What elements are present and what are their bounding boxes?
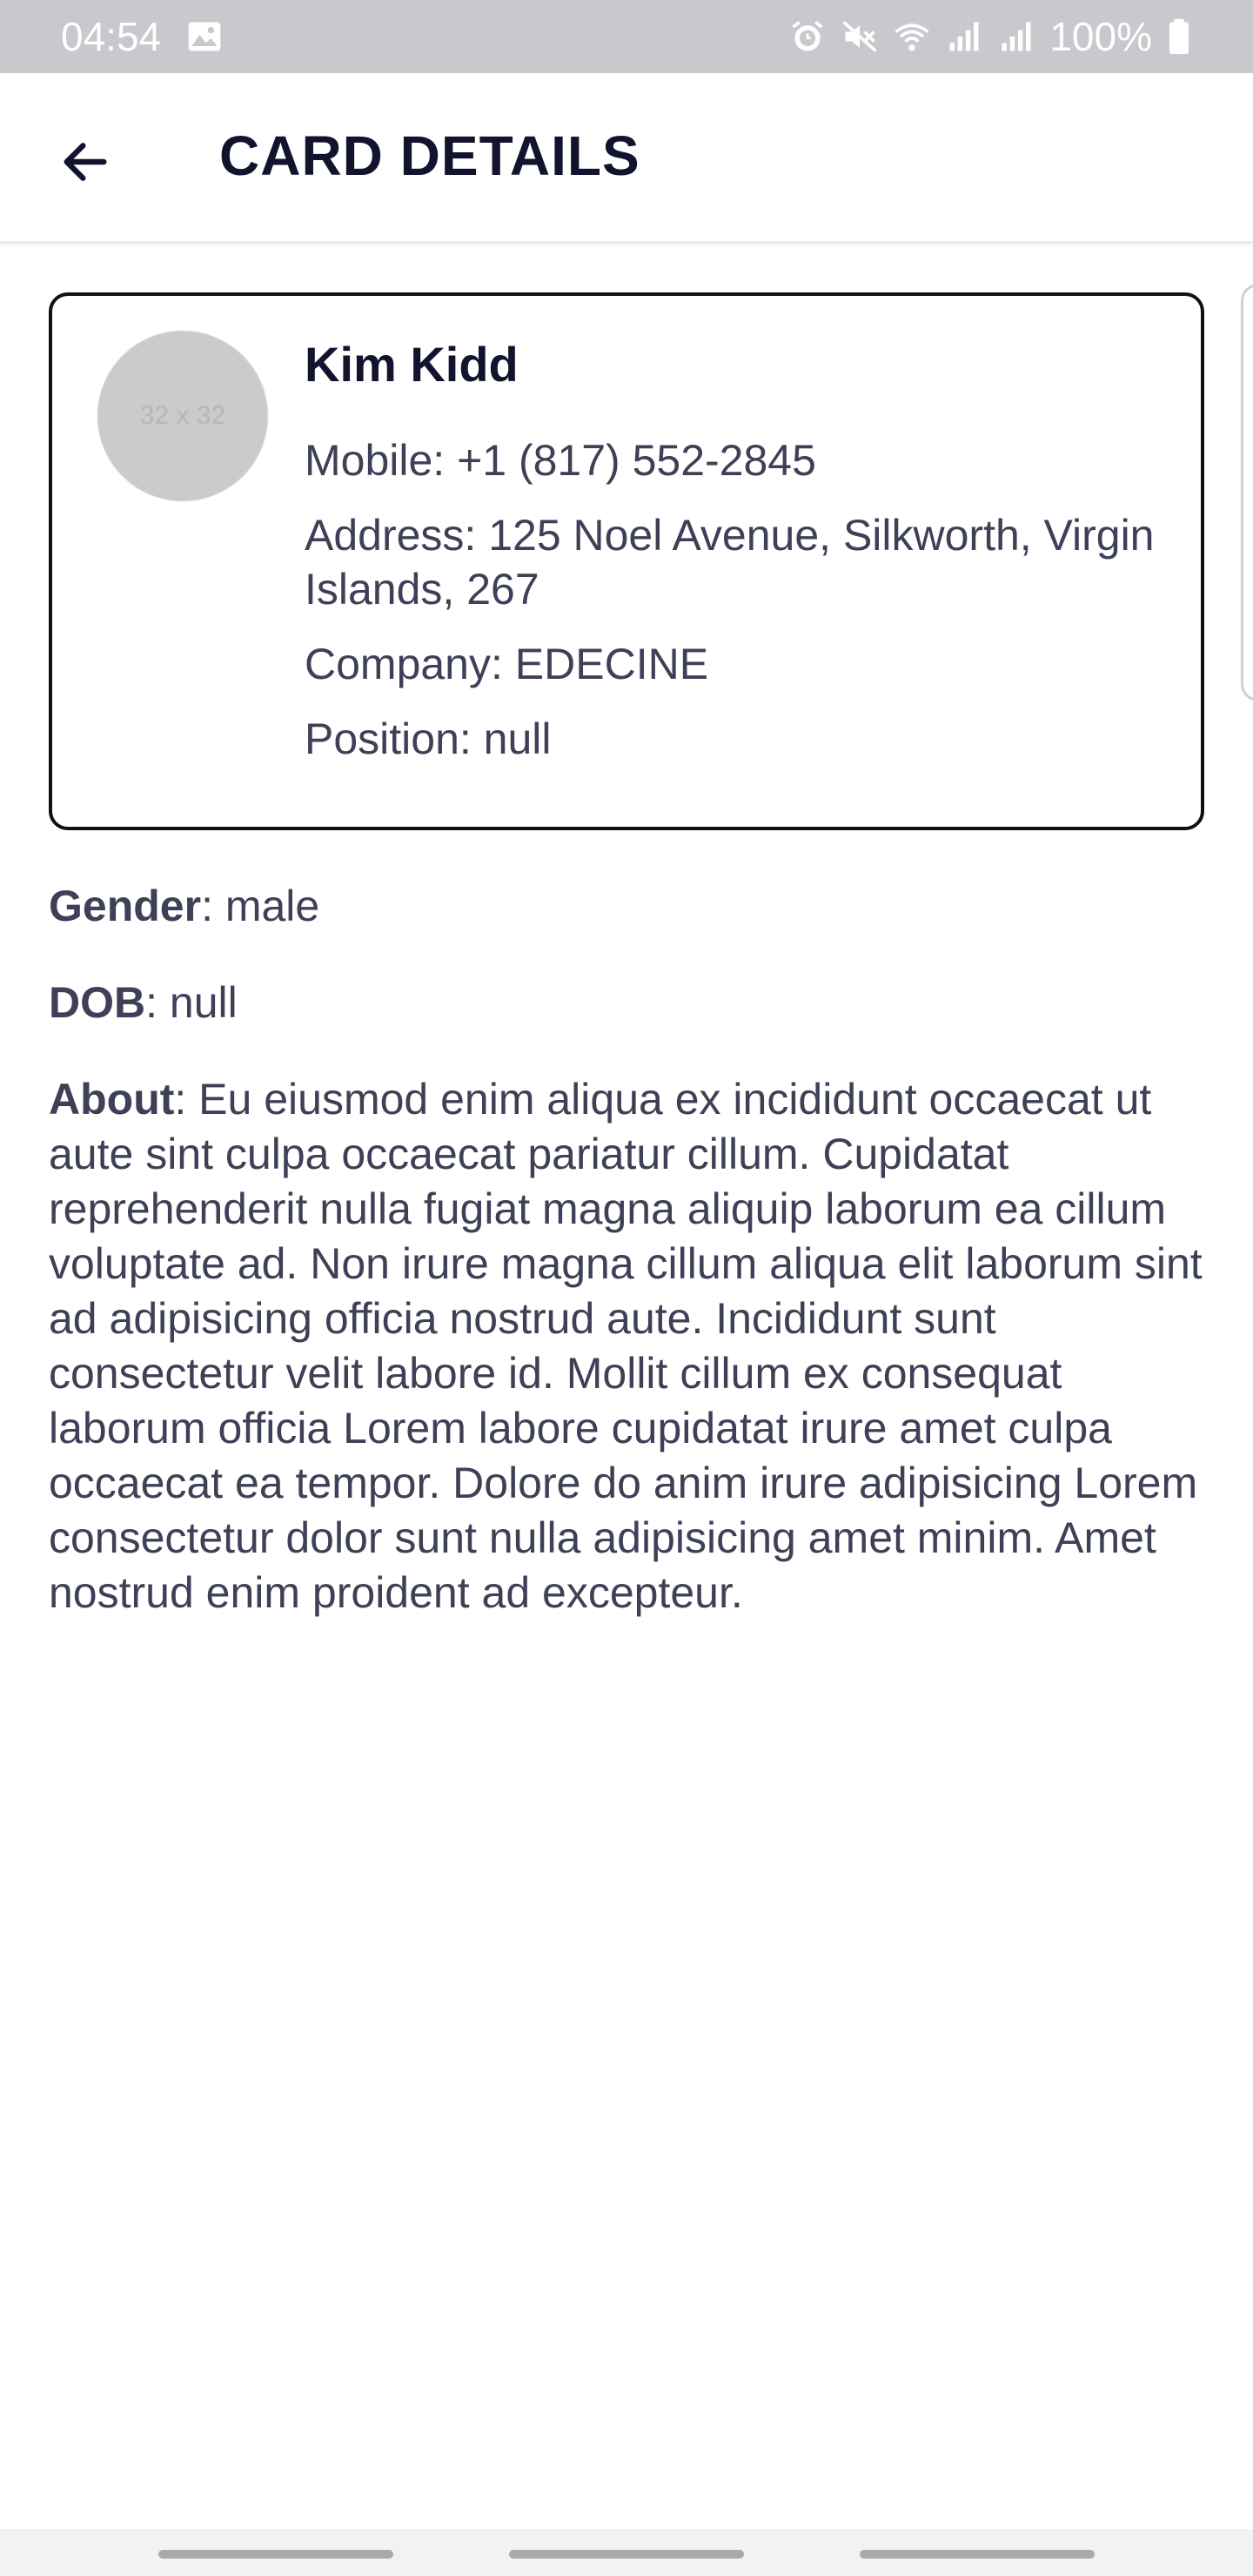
dob-label: DOB: [49, 978, 146, 1027]
back-arrow-icon: [64, 143, 107, 181]
nav-recents-button[interactable]: [158, 2550, 393, 2559]
avatar-placeholder-text: 32 x 32: [139, 401, 226, 430]
dob-value: : null: [145, 978, 238, 1027]
alarm-icon: [788, 17, 827, 56]
gender-label: Gender: [49, 882, 202, 930]
status-bar: 04:54 100%: [0, 0, 1253, 73]
dob-row: DOB: null: [49, 976, 1215, 1030]
avatar: 32 x 32: [97, 331, 268, 501]
contact-position: Position: null: [305, 714, 552, 763]
system-nav-bar: [0, 2529, 1253, 2576]
about-value: : Eu eiusmod enim aliqua ex incididunt o…: [49, 1075, 1203, 1617]
nav-back-button[interactable]: [860, 2550, 1095, 2559]
signal-icon: [997, 17, 1035, 56]
details-section: Gender: male DOB: null About: Eu eiusmod…: [49, 879, 1215, 1662]
contact-info: Kim Kidd Mobile: +1 (817) 552-2845 Addre…: [305, 334, 1175, 787]
battery-icon: [1166, 17, 1192, 56]
mute-icon: [841, 17, 879, 56]
gender-value: : male: [201, 882, 320, 930]
contact-company: Company: EDECINE: [305, 640, 709, 688]
back-button[interactable]: [49, 125, 122, 198]
nav-home-button[interactable]: [509, 2550, 744, 2559]
status-time: 04:54: [61, 14, 162, 59]
contact-name: Kim Kidd: [305, 337, 519, 392]
contact-mobile: Mobile: +1 (817) 552-2845: [305, 436, 816, 485]
about-row: About: Eu eiusmod enim aliqua ex incidid…: [49, 1072, 1215, 1620]
contact-card[interactable]: 32 x 32 Kim Kidd Mobile: +1 (817) 552-28…: [49, 292, 1204, 830]
contact-address: Address: 125 Noel Avenue, Silkworth, Vir…: [305, 511, 1155, 614]
image-icon: [185, 17, 224, 56]
app-bar: CARD DETAILS: [0, 73, 1253, 244]
wifi-icon: [893, 17, 931, 56]
battery-percent: 100%: [1049, 14, 1152, 59]
gender-row: Gender: male: [49, 879, 1215, 934]
page-title: CARD DETAILS: [219, 124, 640, 187]
signal-icon: [945, 17, 983, 56]
next-card-peek[interactable]: [1241, 284, 1253, 701]
about-label: About: [49, 1075, 175, 1124]
